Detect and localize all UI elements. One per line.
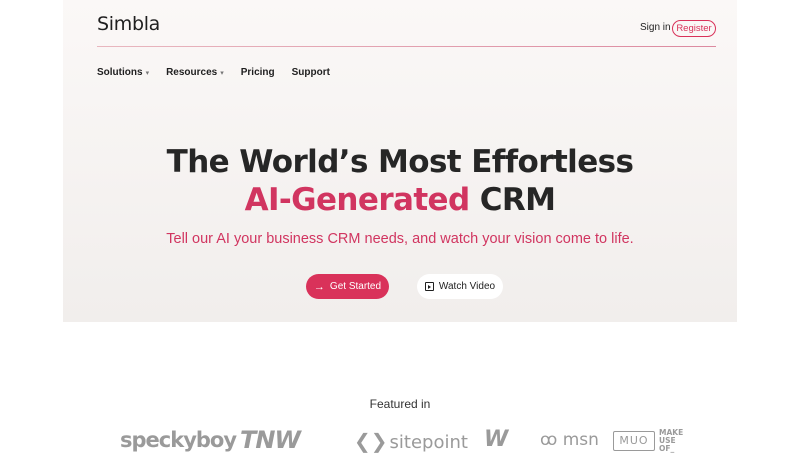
hero-title-accent: AI-Generated: [244, 182, 471, 218]
msn-logo-text: msn: [562, 430, 599, 450]
nav-item-resources[interactable]: Resources ▾: [166, 67, 224, 78]
hero-title-line1: The World’s Most Effortless: [166, 144, 634, 180]
msn-logo: ꝏ msn: [540, 430, 599, 450]
signin-link[interactable]: Sign in: [640, 22, 671, 33]
chevron-down-icon: ▾: [220, 69, 224, 77]
get-started-button[interactable]: → Get Started: [306, 274, 389, 299]
hero-title-rest: CRM: [469, 182, 556, 218]
nav-item-label: Resources: [166, 67, 218, 78]
featured-logos: speckyboy TNW ❮❯ sitepoint W ꝏ msn MUO MA…: [0, 425, 800, 457]
chevron-down-icon: ▾: [145, 69, 150, 77]
sitepoint-mark-icon: ❮❯: [354, 429, 388, 453]
muo-logo-text: MAKE USE OF_: [659, 428, 684, 453]
header-divider: [97, 46, 716, 47]
watch-video-label: Watch Video: [438, 281, 496, 292]
arrow-right-icon: →: [313, 280, 325, 293]
register-button[interactable]: Register: [672, 20, 716, 37]
get-started-label: Get Started: [329, 281, 382, 292]
sitepoint-logo-text: sitepoint: [389, 432, 468, 453]
page: Simbla Sign in Register Solutions ▾ Reso…: [0, 0, 800, 463]
nav-item-label: Support: [291, 67, 330, 78]
nav-item-label: Solutions: [97, 67, 143, 78]
hero-subtitle: Tell our AI your business CRM needs, and…: [166, 231, 634, 247]
hero-title-line2: AI-Generated CRM: [0, 182, 800, 218]
nav-item-support[interactable]: Support: [292, 67, 330, 78]
nav-item-solutions[interactable]: Solutions ▾: [97, 67, 149, 78]
msn-butterfly-icon: ꝏ: [540, 430, 558, 450]
watch-video-button[interactable]: Watch Video: [417, 274, 503, 299]
w-logo: W: [484, 427, 509, 452]
main-nav: Solutions ▾ Resources ▾ Pricing Support: [97, 67, 347, 78]
featured-heading: Featured in: [369, 397, 431, 411]
speckyboy-logo: speckyboy: [120, 428, 237, 452]
play-icon: [424, 282, 434, 291]
tnw-logo: TNW: [240, 426, 301, 454]
nav-item-pricing[interactable]: Pricing: [241, 67, 275, 78]
muo-logo-box: MUO: [613, 431, 655, 451]
simbla-logo[interactable]: Simbla: [97, 13, 160, 35]
nav-item-label: Pricing: [240, 67, 275, 78]
sitepoint-logo: ❮❯ sitepoint: [354, 429, 468, 453]
